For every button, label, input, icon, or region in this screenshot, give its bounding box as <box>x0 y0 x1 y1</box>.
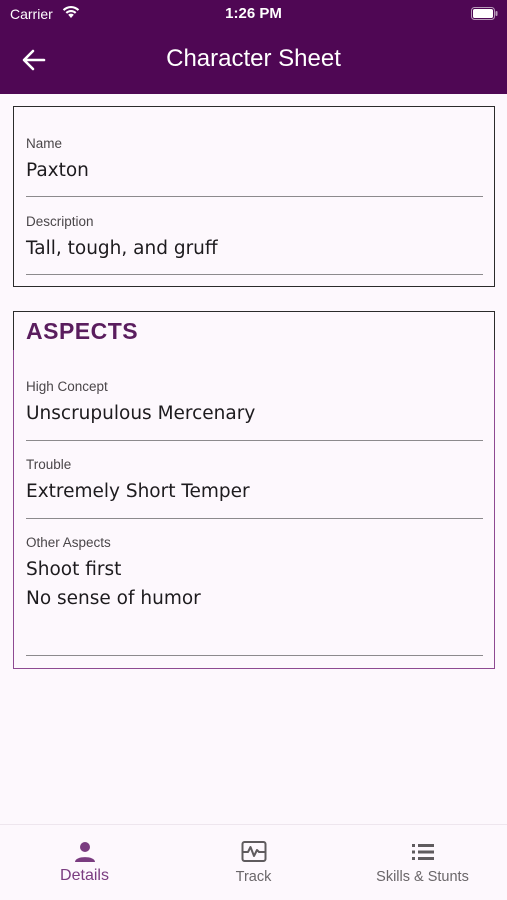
high-concept-field[interactable]: High Concept Unscrupulous Mercenary <box>26 379 483 441</box>
nav-item-track[interactable]: Track <box>169 839 338 895</box>
page-title: Character Sheet <box>166 45 341 72</box>
nav-label-track: Track <box>235 869 272 885</box>
high-concept-value: Unscrupulous Mercenary <box>26 403 256 424</box>
aspects-card: High Concept Unscrupulous Mercenary Trou… <box>13 350 495 669</box>
trouble-field[interactable]: Trouble Extremely Short Temper <box>26 457 483 519</box>
battery-icon <box>471 7 498 25</box>
description-field[interactable]: Description Tall, tough, and gruff <box>26 214 483 275</box>
nav-item-skills-stunts[interactable]: Skills & Stunts <box>338 839 507 895</box>
bottom-navigation: Details Track Skills & Stunts <box>0 824 507 900</box>
aspects-heading: ASPECTS <box>26 318 139 344</box>
high-concept-label: High Concept <box>26 379 108 394</box>
name-label: Name <box>26 136 63 151</box>
name-field[interactable]: Name Paxton <box>26 136 483 197</box>
list-icon <box>338 839 507 865</box>
status-bar: Carrier 1:26 PM <box>0 0 507 28</box>
description-value: Tall, tough, and gruff <box>26 238 218 259</box>
status-time: 1:26 PM <box>225 5 282 22</box>
trouble-label: Trouble <box>26 457 72 472</box>
trouble-value: Extremely Short Temper <box>26 481 250 502</box>
other-aspect-item: No sense of humor <box>26 588 201 609</box>
identity-card: Name Paxton Description Tall, tough, and… <box>13 106 495 287</box>
name-value: Paxton <box>26 160 89 181</box>
other-aspects-label: Other Aspects <box>26 535 111 550</box>
nav-item-details[interactable]: Details <box>0 839 169 895</box>
person-icon <box>0 839 169 865</box>
nav-label-details: Details <box>60 867 109 884</box>
track-chart-icon <box>169 839 338 865</box>
description-label: Description <box>26 214 94 229</box>
top-app-bar: Carrier 1:26 PM Character Sheet <box>0 0 507 94</box>
aspects-section-header: ASPECTS <box>13 311 495 351</box>
nav-label-skills-stunts: Skills & Stunts <box>376 869 469 885</box>
other-aspect-item: Shoot first <box>26 559 122 580</box>
other-aspects-field[interactable]: Other Aspects Shoot first No sense of hu… <box>26 535 483 656</box>
